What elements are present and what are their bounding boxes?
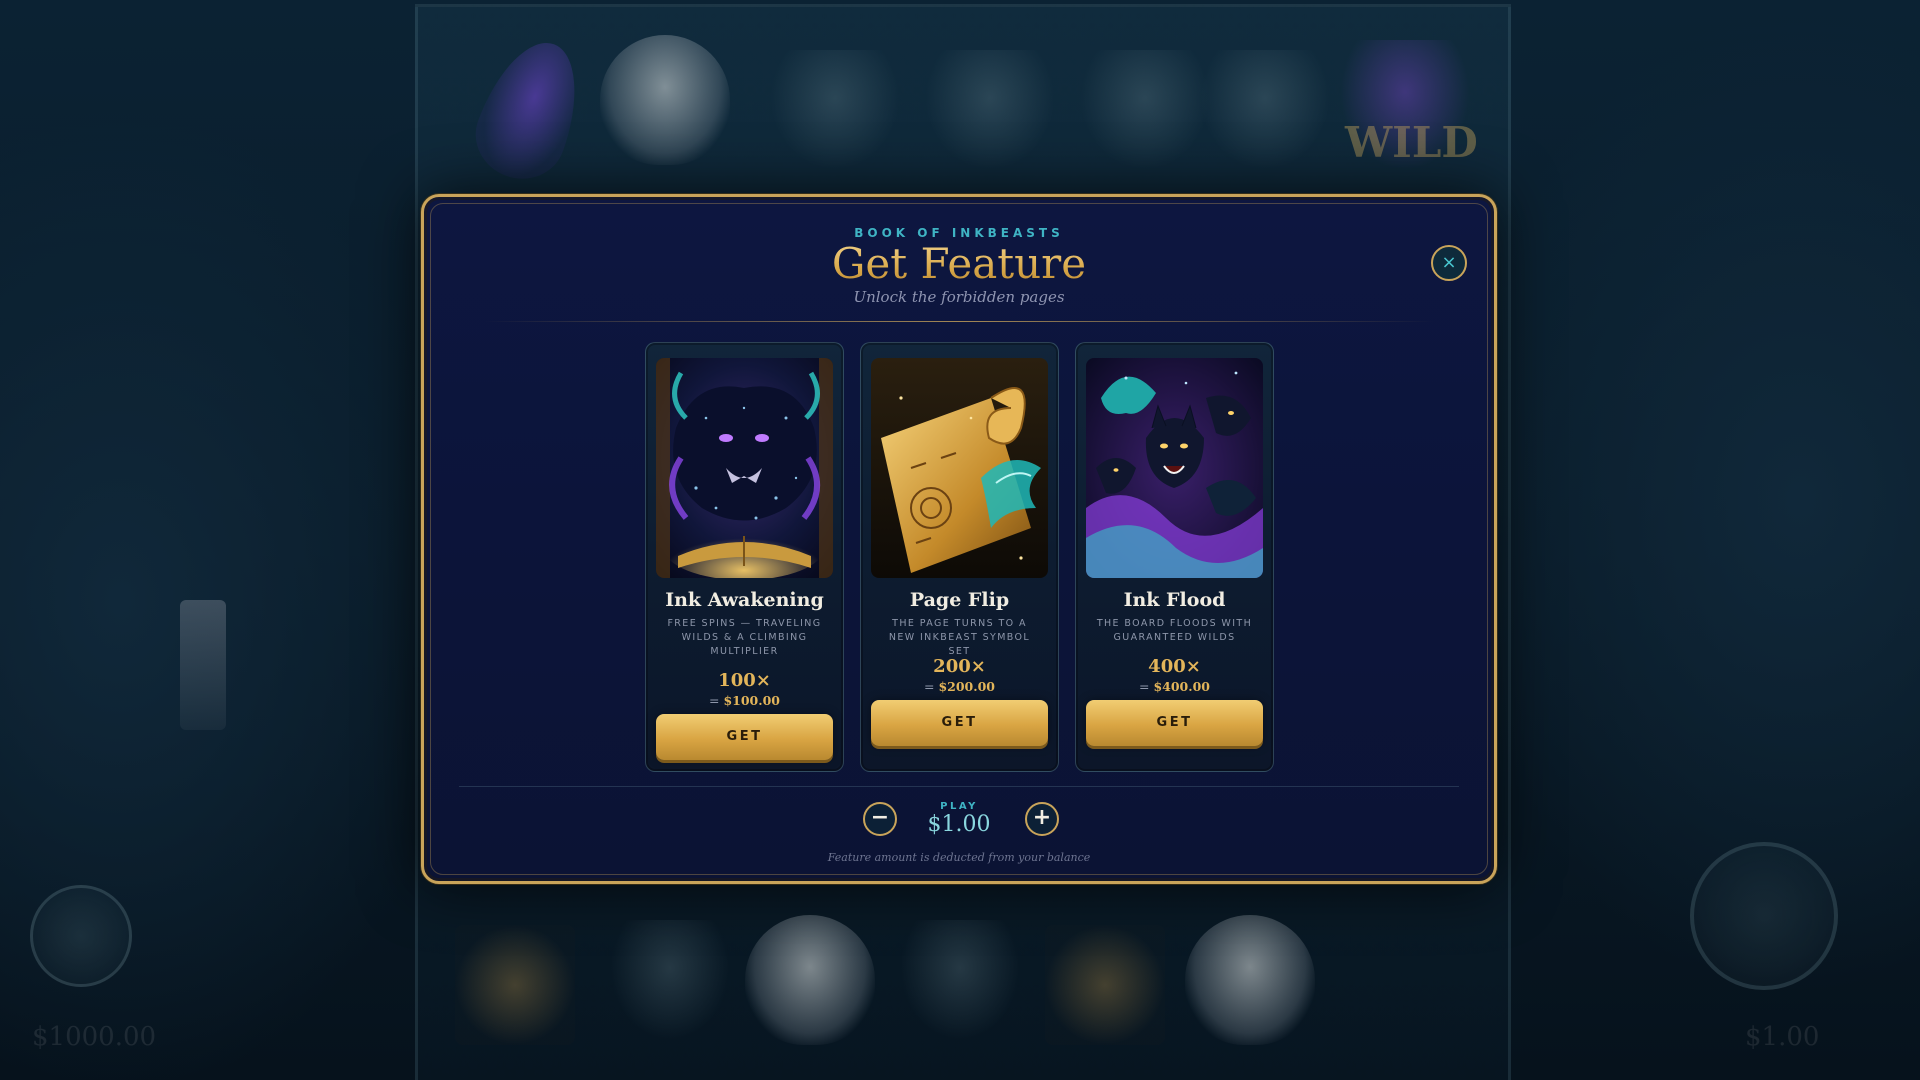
feature-multiplier: 400×	[1148, 656, 1201, 677]
close-icon: ×	[1441, 252, 1457, 273]
background-balance: $1000.00	[32, 1022, 157, 1052]
background-ink-symbol	[770, 50, 900, 170]
feature-name: Page Flip	[909, 589, 1010, 611]
background-book-symbol	[1045, 925, 1165, 1045]
get-ink-awakening-button[interactable]: GET	[656, 714, 833, 760]
background-ink-symbol	[1200, 50, 1330, 170]
background-autoplay-button	[30, 885, 132, 987]
increase-bet-button[interactable]: +	[1025, 802, 1059, 836]
feature-name: Ink Awakening	[665, 589, 824, 611]
background-ink-symbol	[610, 920, 730, 1040]
background-book-symbol	[455, 925, 575, 1045]
bet-amount: $1.00	[927, 812, 991, 837]
feature-description: FREE SPINS — TRAVELING WILDS & A CLIMBIN…	[667, 618, 822, 657]
feature-description: THE BOARD FLOODS WITH GUARANTEED WILDS	[1096, 618, 1253, 643]
feature-card-page-flip: Page Flip THE PAGE TURNS TO A NEW INKBEA…	[860, 342, 1059, 772]
feature-card-ink-flood: Ink Flood THE BOARD FLOODS WITH GUARANTE…	[1075, 342, 1274, 772]
ink-beast-book-art	[656, 358, 833, 578]
feature-multiplier: 100×	[718, 670, 771, 691]
footer-divider	[459, 786, 1459, 787]
feature-description: THE PAGE TURNS TO A NEW INKBEAST SYMBOL …	[888, 618, 1031, 657]
feature-cost: = $400.00	[1139, 679, 1210, 694]
get-page-flip-button[interactable]: GET	[871, 700, 1048, 746]
game-name: BOOK OF INKBEASTS	[854, 226, 1064, 240]
feature-multiplier: 200×	[933, 656, 986, 677]
background-mask-symbol	[745, 915, 875, 1045]
plus-icon: +	[1032, 805, 1052, 830]
close-button[interactable]: ×	[1431, 245, 1467, 281]
background-wild-label: WILD	[1345, 118, 1478, 167]
get-ink-flood-button[interactable]: GET	[1086, 700, 1263, 746]
feature-cost: = $200.00	[924, 679, 995, 694]
background-ink-symbol	[900, 920, 1020, 1040]
modal-title: Get Feature	[424, 239, 1494, 288]
feature-card-ink-awakening: Ink Awakening FREE SPINS — TRAVELING WIL…	[645, 342, 844, 772]
modal-subtitle: Unlock the forbidden pages	[853, 288, 1065, 306]
golden-scroll-art	[871, 358, 1048, 578]
get-feature-modal: BOOK OF INKBEASTS Get Feature Unlock the…	[421, 194, 1497, 884]
background-mask-symbol	[600, 35, 730, 165]
ink-wolves-flood-art	[1086, 358, 1263, 578]
background-ink-symbol	[925, 50, 1055, 170]
background-ink-symbol	[1080, 50, 1210, 170]
title-divider	[484, 321, 1434, 322]
background-spin-button	[1690, 842, 1838, 990]
background-bet: $1.00	[1745, 1022, 1820, 1052]
background-candle	[180, 600, 226, 730]
background-mask-symbol	[1185, 915, 1315, 1045]
feature-card-list: Ink Awakening FREE SPINS — TRAVELING WIL…	[645, 342, 1275, 772]
play-label: PLAY	[940, 801, 978, 812]
feature-cost: = $100.00	[709, 693, 780, 708]
feature-name: Ink Flood	[1123, 589, 1226, 611]
deduction-note: Feature amount is deducted from your bal…	[827, 851, 1091, 864]
